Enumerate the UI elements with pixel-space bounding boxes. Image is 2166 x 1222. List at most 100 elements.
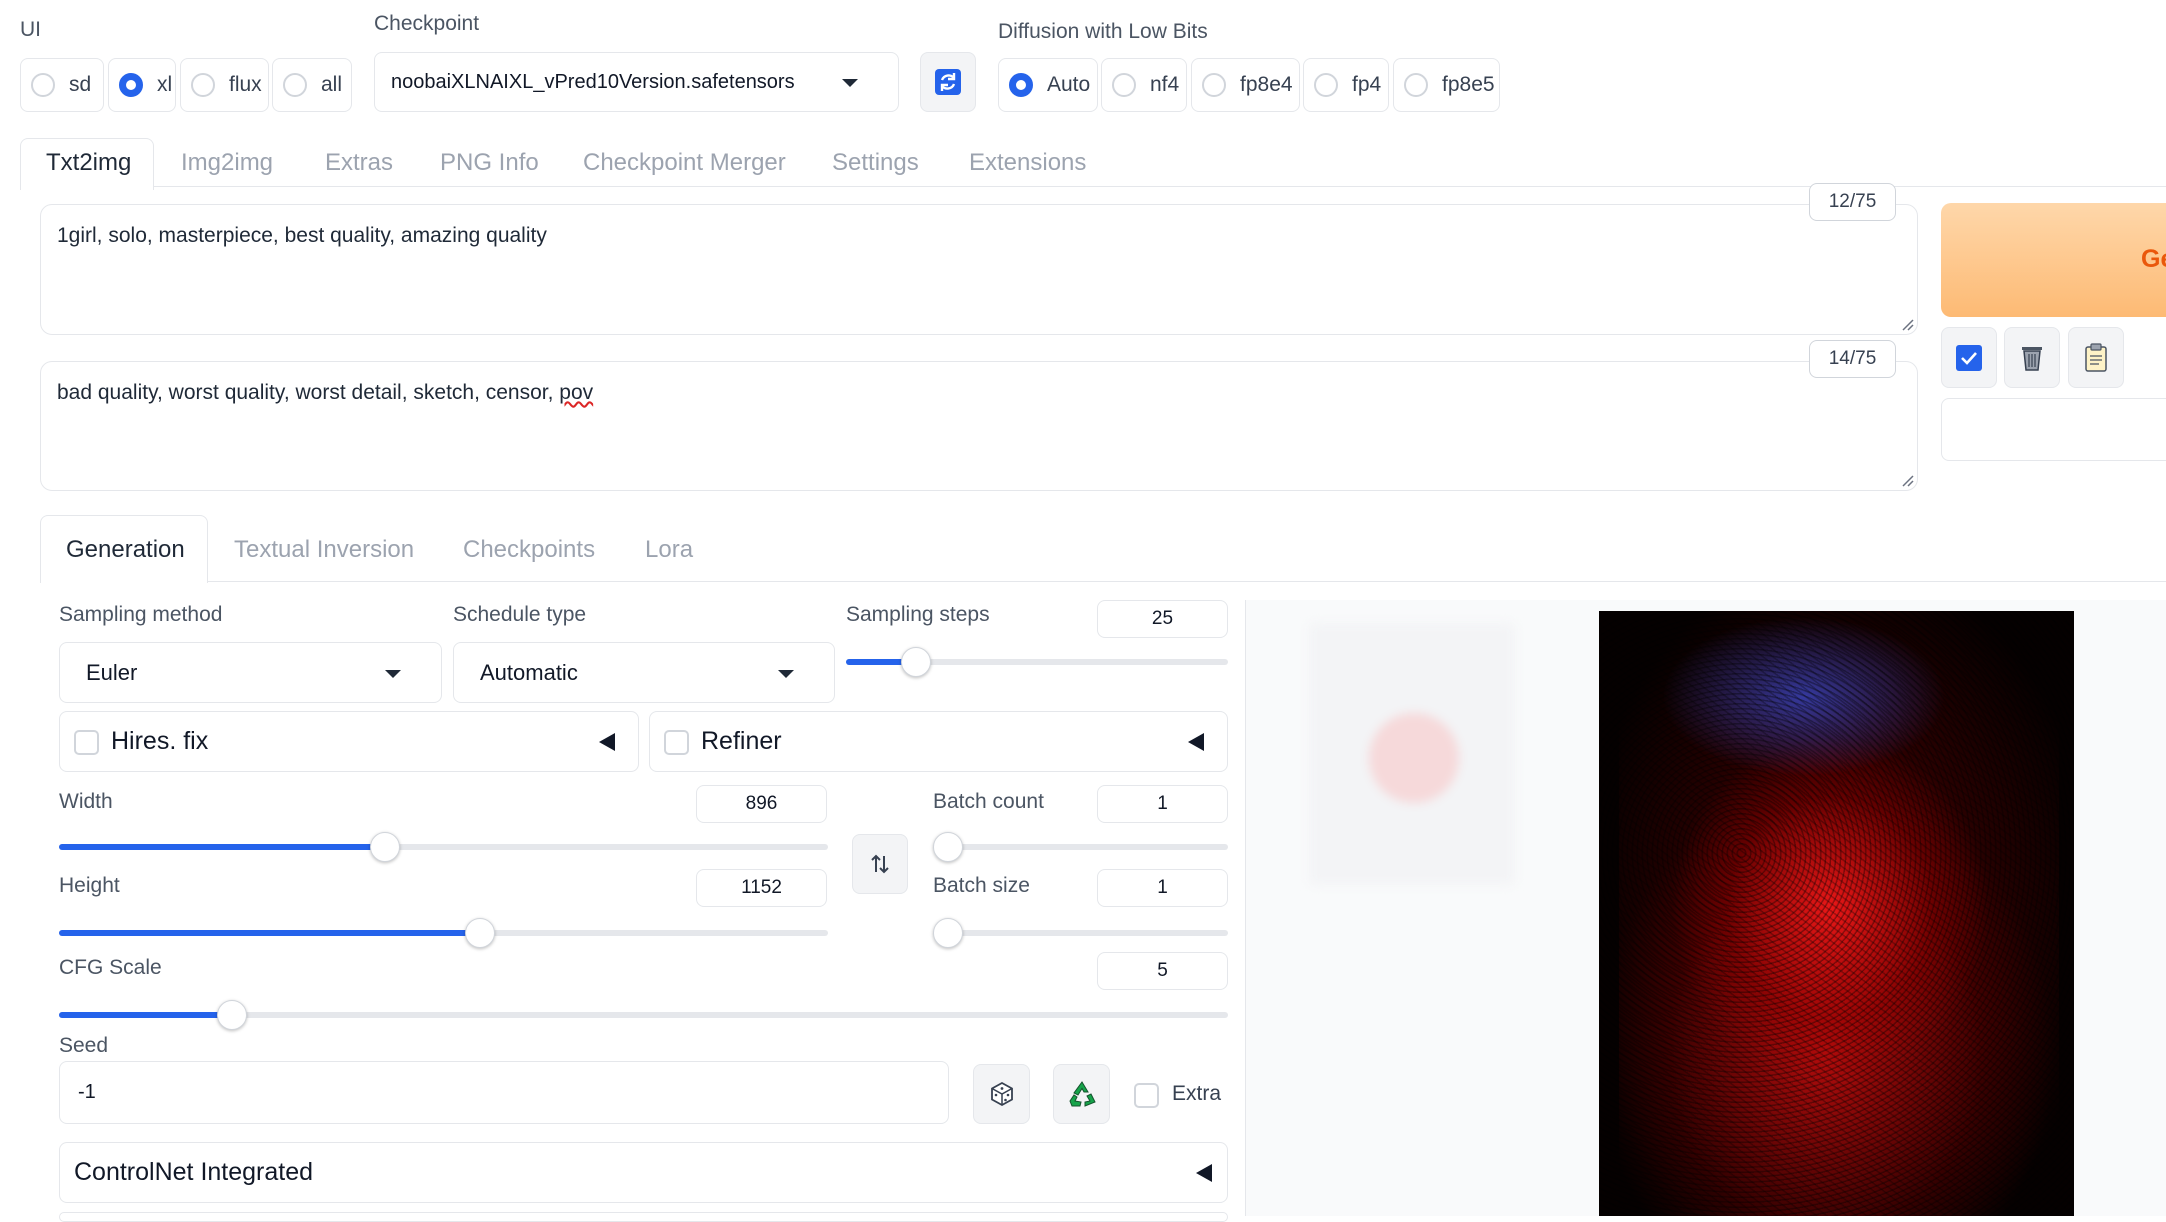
low-bits-label: Diffusion with Low Bits	[998, 20, 1208, 43]
misspelled-word: pov	[559, 381, 594, 404]
radio-icon	[191, 73, 215, 97]
batch-size-input[interactable]: 1	[1097, 869, 1228, 907]
sampling-method-value: Euler	[86, 659, 138, 685]
seed-label: Seed	[59, 1034, 109, 1057]
checkbox-button[interactable]	[1941, 327, 1997, 388]
thumbnail-preview[interactable]	[1309, 623, 1515, 885]
chevron-down-icon	[385, 670, 401, 678]
prompt-text: 1girl, solo, masterpiece, best quality, …	[57, 224, 547, 247]
low-bits-option-fp8e4[interactable]: fp8e4	[1191, 58, 1300, 112]
width-input[interactable]: 896	[696, 785, 827, 823]
cfg-scale-input[interactable]: 5	[1097, 952, 1228, 990]
chevron-down-icon	[842, 79, 858, 87]
width-label: Width	[59, 790, 113, 813]
batch-size-slider-track[interactable]	[933, 930, 1228, 936]
dice-icon	[990, 1081, 1013, 1107]
seed-input[interactable]: -1	[59, 1061, 949, 1124]
seed-value: -1	[78, 1081, 96, 1103]
collapse-arrow-icon	[1188, 733, 1204, 751]
reuse-seed-button[interactable]	[1053, 1064, 1110, 1124]
radio-icon	[1404, 73, 1428, 97]
height-slider-fill	[59, 930, 480, 936]
checkpoint-value: noobaiXLNAIXL_vPred10Version.safetensors	[391, 70, 795, 93]
tab-generation[interactable]: Generation	[66, 536, 185, 564]
recycle-icon	[1068, 1081, 1096, 1107]
resize-handle-icon	[1902, 319, 1914, 331]
next-accordion-edge	[59, 1212, 1228, 1222]
refresh-checkpoint-button[interactable]	[920, 52, 976, 112]
tab-checkpoints[interactable]: Checkpoints	[463, 536, 595, 564]
low-bits-option-nf4[interactable]: nf4	[1101, 58, 1187, 112]
tab-img2img[interactable]: Img2img	[181, 149, 273, 177]
trash-button[interactable]	[2004, 327, 2060, 388]
sampling-steps-input[interactable]: 25	[1097, 600, 1228, 638]
hires-fix-checkbox[interactable]	[74, 730, 99, 755]
tab-lora[interactable]: Lora	[645, 536, 693, 564]
sub-tab-border	[40, 581, 2166, 582]
resize-handle-icon	[1902, 475, 1914, 487]
tab-txt2img[interactable]: Txt2img	[46, 149, 131, 177]
radio-selected-icon	[119, 73, 143, 97]
schedule-type-value: Automatic	[480, 659, 578, 685]
refiner-accordion[interactable]: Refiner	[649, 711, 1228, 772]
prompt-token-counter: 12/75	[1809, 183, 1896, 221]
tab-textual-inversion[interactable]: Textual Inversion	[234, 536, 414, 564]
radio-selected-icon	[1009, 73, 1033, 97]
generate-button[interactable]: Ge	[1941, 203, 2166, 317]
ui-option-sd[interactable]: sd	[20, 58, 104, 112]
ui-label: UI	[20, 18, 41, 41]
schedule-type-label: Schedule type	[453, 603, 587, 626]
batch-count-slider-track[interactable]	[933, 844, 1228, 850]
batch-count-label: Batch count	[933, 790, 1044, 813]
sampling-steps-label: Sampling steps	[846, 603, 990, 626]
clipboard-button[interactable]	[2068, 327, 2124, 388]
sampling-steps-slider-fill	[846, 659, 906, 665]
collapse-arrow-icon	[1196, 1164, 1212, 1182]
checkpoint-label: Checkpoint	[374, 12, 480, 35]
trash-icon	[2022, 346, 2042, 371]
chevron-down-icon	[778, 670, 794, 678]
random-seed-button[interactable]	[973, 1064, 1030, 1124]
cfg-scale-label: CFG Scale	[59, 956, 162, 979]
low-bits-option-fp4[interactable]: fp4	[1303, 58, 1389, 112]
low-bits-option-fp8e5[interactable]: fp8e5	[1393, 58, 1500, 112]
batch-size-slider-thumb[interactable]	[933, 918, 963, 948]
extra-seed-checkbox[interactable]	[1134, 1083, 1159, 1108]
prompt-input[interactable]: 1girl, solo, masterpiece, best quality, …	[40, 204, 1918, 335]
refiner-checkbox[interactable]	[664, 730, 689, 755]
negative-prompt-input[interactable]: bad quality, worst quality, worst detail…	[40, 361, 1918, 491]
ui-option-all[interactable]: all	[272, 58, 352, 112]
ui-option-xl[interactable]: xl	[108, 58, 176, 112]
swap-dimensions-button[interactable]	[852, 834, 908, 894]
tab-extensions[interactable]: Extensions	[969, 149, 1086, 177]
collapse-arrow-icon	[599, 733, 615, 751]
batch-count-input[interactable]: 1	[1097, 785, 1228, 823]
height-input[interactable]: 1152	[696, 869, 827, 907]
radio-icon	[1112, 73, 1136, 97]
cfg-scale-slider-thumb[interactable]	[217, 1000, 247, 1030]
batch-size-label: Batch size	[933, 874, 1030, 897]
height-label: Height	[59, 874, 120, 897]
batch-count-slider-thumb[interactable]	[933, 832, 963, 862]
tab-png-info[interactable]: PNG Info	[440, 149, 539, 177]
refiner-label: Refiner	[701, 727, 782, 755]
hires-fix-accordion[interactable]: Hires. fix	[59, 711, 639, 772]
tab-settings[interactable]: Settings	[832, 149, 919, 177]
sampling-steps-slider-thumb[interactable]	[901, 647, 931, 677]
generated-image[interactable]	[1599, 611, 2074, 1216]
height-slider-thumb[interactable]	[465, 918, 495, 948]
radio-icon	[31, 73, 55, 97]
cfg-scale-slider-fill	[59, 1012, 232, 1018]
sampling-method-label: Sampling method	[59, 603, 223, 626]
tab-checkpoint-merger[interactable]: Checkpoint Merger	[583, 149, 786, 177]
checkpoint-dropdown[interactable]: noobaiXLNAIXL_vPred10Version.safetensors	[374, 52, 899, 112]
radio-icon	[283, 73, 307, 97]
width-slider-thumb[interactable]	[370, 832, 400, 862]
low-bits-option-auto[interactable]: Auto	[998, 58, 1098, 112]
tab-extras[interactable]: Extras	[325, 149, 393, 177]
clipboard-icon	[2085, 342, 2107, 372]
negative-prompt-text: bad quality, worst quality, worst detail…	[57, 381, 560, 404]
styles-dropdown[interactable]	[1941, 398, 2166, 461]
controlnet-accordion[interactable]: ControlNet Integrated	[59, 1142, 1228, 1203]
ui-option-flux[interactable]: flux	[180, 58, 269, 112]
